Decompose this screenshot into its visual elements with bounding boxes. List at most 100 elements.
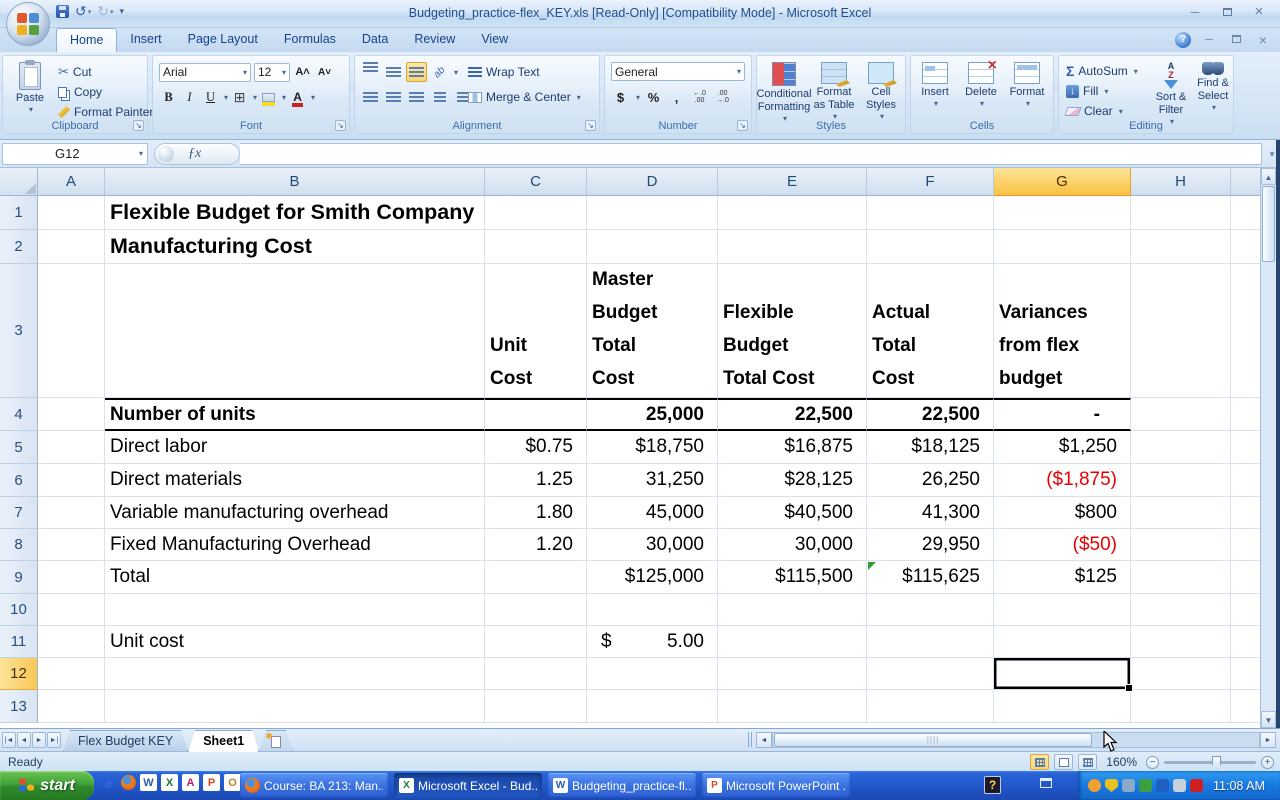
cell-A3[interactable] xyxy=(38,264,105,398)
firefox-icon[interactable] xyxy=(121,775,136,790)
internet-explorer-icon[interactable]: e xyxy=(100,774,117,791)
cell-G8[interactable]: ($50) xyxy=(994,529,1131,561)
tab-review[interactable]: Review xyxy=(401,28,468,52)
help-button[interactable]: ? xyxy=(1175,32,1191,48)
format-as-table-button[interactable]: Format as Table ▾ xyxy=(811,62,857,122)
row-header-9[interactable]: 9 xyxy=(0,561,38,594)
row-header-5[interactable]: 5 xyxy=(0,431,38,464)
vertical-scroll-thumb[interactable] xyxy=(1262,186,1275,262)
cell-G10[interactable] xyxy=(994,594,1131,626)
cell-B7[interactable]: Variable manufacturing overhead xyxy=(105,497,485,529)
cell-B8[interactable]: Fixed Manufacturing Overhead xyxy=(105,529,485,561)
zoom-out-button[interactable]: − xyxy=(1146,755,1159,769)
cell-C9[interactable] xyxy=(485,561,587,594)
row-header-3[interactable]: 3 xyxy=(0,264,38,398)
cell-G9[interactable]: $125 xyxy=(994,561,1131,594)
insert-worksheet-button[interactable]: ✱ xyxy=(259,730,293,752)
tab-page-layout[interactable]: Page Layout xyxy=(175,28,271,52)
formula-input[interactable] xyxy=(240,142,1262,165)
insert-function-button[interactable]: ƒx xyxy=(154,142,240,165)
cell-E7[interactable]: $40,500 xyxy=(718,497,867,529)
taskbar-clock[interactable]: 11:08 AM xyxy=(1213,779,1265,793)
cut-button[interactable]: ✂ Cut xyxy=(55,62,156,82)
office-button[interactable] xyxy=(6,2,50,46)
next-sheet-button[interactable]: ► xyxy=(32,732,46,748)
clipboard-dialog-launcher[interactable]: ↘ xyxy=(133,120,144,131)
cell-C13[interactable] xyxy=(485,690,587,723)
decrease-decimal-button[interactable]: .00 →.0 xyxy=(713,87,732,107)
orientation-button[interactable]: ab xyxy=(429,62,450,82)
cell-B3[interactable] xyxy=(105,264,485,398)
tab-data[interactable]: Data xyxy=(349,28,401,52)
cell-A4[interactable] xyxy=(38,398,105,431)
cell-H2[interactable] xyxy=(1131,230,1231,264)
column-header-F[interactable]: F xyxy=(867,168,994,196)
cell-F8[interactable]: 29,950 xyxy=(867,529,994,561)
cell-D3[interactable]: Master Budget Total Cost xyxy=(587,264,718,398)
workbook-close-button[interactable]: × xyxy=(1254,33,1272,47)
last-sheet-button[interactable]: ►| xyxy=(47,732,61,748)
row-header-2[interactable]: 2 xyxy=(0,230,38,264)
word-icon[interactable]: W xyxy=(140,774,157,791)
cell-D9[interactable]: $125,000 xyxy=(587,561,718,594)
scroll-down-button[interactable]: ▼ xyxy=(1261,711,1276,728)
conditional-formatting-button[interactable]: Conditional Formatting ▾ xyxy=(756,62,812,124)
zone-alarm-icon[interactable] xyxy=(1156,779,1169,792)
bottom-align-button[interactable] xyxy=(406,62,427,82)
merge-center-button[interactable]: Merge & Center ▾ xyxy=(465,87,584,107)
excel-icon[interactable]: X xyxy=(161,774,178,791)
cell-C2[interactable] xyxy=(485,230,587,264)
cell-B10[interactable] xyxy=(105,594,485,626)
row-header-12[interactable]: 12 xyxy=(0,658,38,690)
cell-A11[interactable] xyxy=(38,626,105,658)
cell-C6[interactable]: 1.25 xyxy=(485,464,587,497)
cell-G3[interactable]: Variances from flex budget xyxy=(994,264,1131,398)
normal-view-button[interactable] xyxy=(1030,754,1050,770)
currency-format-button[interactable]: $ xyxy=(611,87,630,107)
cell-C3[interactable]: Unit Cost xyxy=(485,264,587,398)
cell-F4[interactable]: 22,500 xyxy=(867,398,994,431)
cell-D8[interactable]: 30,000 xyxy=(587,529,718,561)
prev-sheet-button[interactable]: ◄ xyxy=(17,732,31,748)
cell-A13[interactable] xyxy=(38,690,105,723)
select-all-corner[interactable] xyxy=(0,168,38,196)
cell-A6[interactable] xyxy=(38,464,105,497)
cell-B12[interactable] xyxy=(105,658,485,690)
network-tool-icon[interactable] xyxy=(1122,779,1135,792)
cell-C12[interactable] xyxy=(485,658,587,690)
cell-G2[interactable] xyxy=(994,230,1131,264)
cell-C8[interactable]: 1.20 xyxy=(485,529,587,561)
font-dialog-launcher[interactable]: ↘ xyxy=(335,120,346,131)
cell-B11[interactable]: Unit cost xyxy=(105,626,485,658)
close-button[interactable]: × xyxy=(1248,4,1270,20)
number-dialog-launcher[interactable]: ↘ xyxy=(737,120,748,131)
cell-E9[interactable]: $115,500 xyxy=(718,561,867,594)
row-header-1[interactable]: 1 xyxy=(0,196,38,230)
cell-F7[interactable]: 41,300 xyxy=(867,497,994,529)
bold-button[interactable]: B xyxy=(159,87,178,107)
cell-E12[interactable] xyxy=(718,658,867,690)
cell-B2[interactable]: Manufacturing Cost xyxy=(105,230,485,264)
format-painter-button[interactable]: Format Painter xyxy=(55,102,156,122)
sort-filter-button[interactable]: AZ Sort & Filter ▾ xyxy=(1151,62,1191,127)
cell-H7[interactable] xyxy=(1131,497,1231,529)
cell-G5[interactable]: $1,250 xyxy=(994,431,1131,464)
decrease-font-button[interactable] xyxy=(315,62,334,82)
cell-G13[interactable] xyxy=(994,690,1131,723)
wrap-text-button[interactable]: Wrap Text xyxy=(465,62,543,82)
cell-B1[interactable]: Flexible Budget for Smith Company xyxy=(105,196,485,230)
row-header-10[interactable]: 10 xyxy=(0,594,38,626)
scroll-up-button[interactable]: ▲ xyxy=(1261,168,1276,185)
row-header-6[interactable]: 6 xyxy=(0,464,38,497)
horizontal-scrollbar[interactable]: ◄ ► xyxy=(748,731,1276,748)
cell-G11[interactable] xyxy=(994,626,1131,658)
cell-E4[interactable]: 22,500 xyxy=(718,398,867,431)
align-center-button[interactable] xyxy=(383,87,404,107)
copy-button[interactable]: Copy xyxy=(55,82,156,102)
fill-button[interactable]: ↓ Fill ▾ xyxy=(1063,81,1141,101)
vertical-scrollbar[interactable]: ▲ ▼ xyxy=(1260,168,1276,728)
zoom-level[interactable]: 160% xyxy=(1106,755,1137,769)
column-header-E[interactable]: E xyxy=(718,168,867,196)
cell-C10[interactable] xyxy=(485,594,587,626)
cell-H1[interactable] xyxy=(1131,196,1231,230)
